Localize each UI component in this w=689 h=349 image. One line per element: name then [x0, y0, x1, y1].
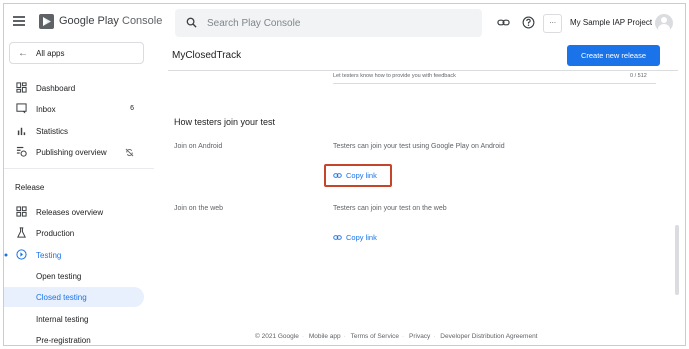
production-icon [17, 227, 26, 238]
sidebar-item-statistics[interactable]: Statistics [4, 121, 144, 141]
search-input[interactable] [207, 16, 467, 30]
sync-off-icon [125, 148, 134, 157]
all-apps-button[interactable]: ← All apps [9, 42, 144, 64]
sidebar-item-label: Inbox [36, 105, 56, 114]
sidebar-item-pre-registration[interactable]: Pre-registration [4, 330, 144, 345]
sidebar-item-internal-testing[interactable]: Internal testing [4, 309, 144, 329]
main-content: MyClosedTrack Create new release Let tes… [154, 40, 685, 345]
releases-overview-icon [16, 206, 27, 217]
sidebar-item-label: Open testing [36, 272, 82, 281]
highlight-annotation-box [324, 164, 392, 187]
release-section-label: Release [15, 183, 45, 192]
sidebar-item-testing[interactable]: Testing [4, 245, 144, 265]
app-frame: Google Play Console ··· My Sample IAP Pr… [3, 3, 686, 346]
sidebar-item-label: Dashboard [36, 84, 76, 93]
sidebar-item-label: Internal testing [36, 315, 89, 324]
section-divider [333, 83, 656, 84]
footer: © 2021 Google · Mobile app · Terms of Serv… [255, 333, 538, 340]
menu-icon[interactable] [13, 16, 25, 26]
sidebar-item-production[interactable]: Production [4, 223, 144, 243]
sidebar-item-label: Releases overview [36, 208, 104, 217]
inbox-count-badge: 6 [130, 105, 134, 112]
all-apps-label: All apps [36, 49, 65, 58]
search-bar[interactable] [175, 9, 482, 37]
sidebar-item-label: Production [36, 229, 75, 238]
project-name[interactable]: My Sample IAP Project [570, 18, 652, 27]
join-web-label: Join on the web [174, 205, 224, 212]
back-arrow-icon: ← [18, 48, 28, 59]
more-options-button[interactable]: ··· [543, 14, 562, 33]
join-web-description: Testers can join your test on the web [333, 205, 447, 212]
footer-link-privacy[interactable]: Privacy [409, 333, 430, 340]
copy-link-label: Copy link [346, 232, 377, 242]
sidebar-item-releases-overview[interactable]: Releases overview [4, 202, 144, 222]
sidebar-item-label: Closed testing [36, 293, 87, 302]
statistics-icon [17, 127, 26, 136]
sidebar-item-closed-testing[interactable]: Closed testing [4, 287, 144, 307]
sidebar-item-publishing-overview[interactable]: Publishing overview [4, 142, 144, 162]
feedback-field-hint: Let testers know how to provide you with… [333, 73, 456, 79]
footer-link-terms[interactable]: Terms of Service [351, 333, 399, 340]
search-icon [186, 17, 197, 28]
help-icon[interactable] [522, 16, 535, 29]
sidebar-item-label: Pre-registration [36, 336, 91, 345]
sidebar-item-dashboard[interactable]: Dashboard [4, 78, 144, 98]
footer-copyright: © 2021 Google [255, 333, 299, 340]
page-title: MyClosedTrack [172, 50, 242, 61]
sidebar-item-inbox[interactable]: Inbox 6 [4, 99, 144, 119]
sidebar-item-label: Testing [36, 251, 62, 260]
header-divider [168, 70, 678, 71]
join-section-title: How testers join your test [174, 117, 276, 127]
link-icon [333, 234, 342, 240]
scrollbar[interactable] [675, 225, 679, 295]
link-icon[interactable] [497, 16, 510, 29]
copy-link-web-button[interactable]: Copy link [333, 230, 377, 244]
sidebar-divider [4, 168, 154, 169]
top-bar: Google Play Console ··· My Sample IAP Pr… [4, 4, 685, 40]
dashboard-icon [16, 82, 27, 93]
expanded-marker-icon [4, 253, 8, 257]
testing-icon [16, 249, 27, 260]
join-android-label: Join on Android [174, 143, 223, 150]
footer-link-mobile-app[interactable]: Mobile app [309, 333, 341, 340]
create-new-release-button[interactable]: Create new release [567, 45, 660, 66]
publishing-overview-icon [16, 146, 27, 157]
inbox-icon [16, 103, 27, 114]
footer-link-dda[interactable]: Developer Distribution Agreement [440, 333, 537, 340]
feedback-char-counter: 0 / 512 [630, 73, 647, 79]
avatar[interactable] [655, 14, 673, 32]
sidebar: ← All apps Dashboard Inbox 6 Statistics … [4, 40, 154, 345]
sidebar-item-label: Statistics [36, 127, 69, 136]
sidebar-item-open-testing[interactable]: Open testing [4, 266, 144, 286]
join-android-description: Testers can join your test using Google … [333, 143, 505, 150]
brand-title: Google Play Console [59, 15, 163, 27]
play-console-logo-icon [39, 14, 54, 29]
sidebar-item-label: Publishing overview [36, 148, 107, 157]
